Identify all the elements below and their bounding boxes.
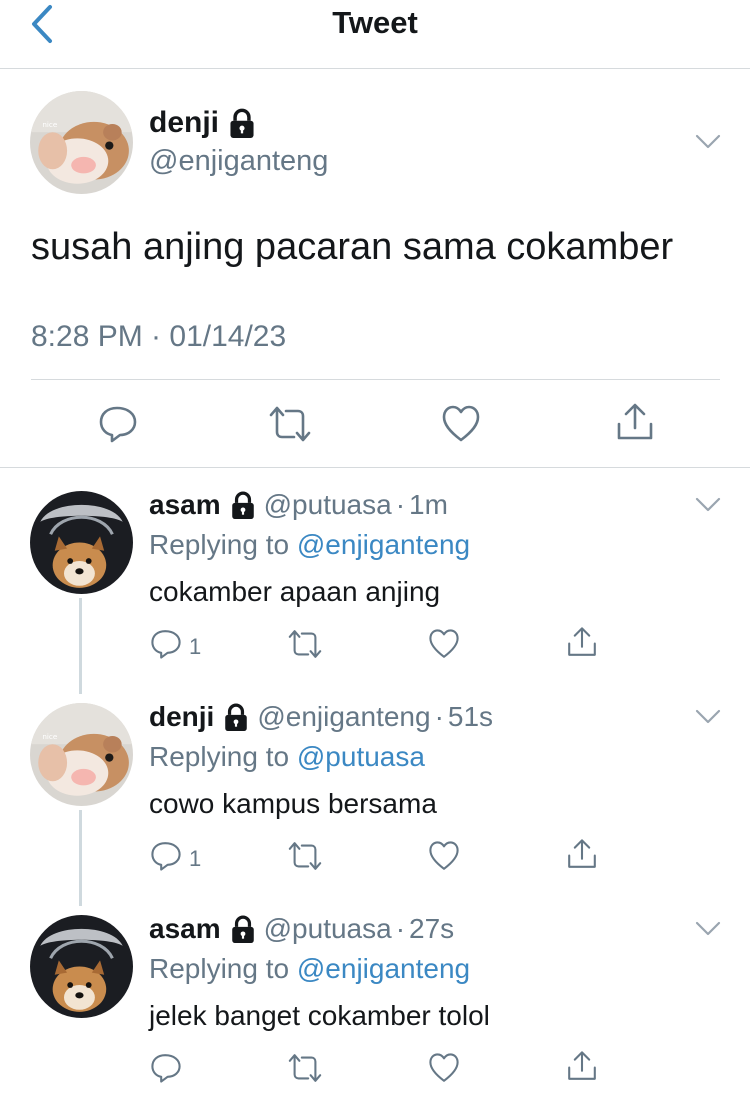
- reply-count: 1: [189, 634, 202, 659]
- reply-header: asam @putuasa · 27s: [149, 913, 454, 945]
- author-display-name[interactable]: asam: [149, 913, 221, 945]
- hamster-avatar-image: [30, 703, 133, 806]
- reply-text: jelek banget cokamber tolol: [149, 1000, 490, 1031]
- lock-icon: [230, 491, 256, 519]
- lock-icon: [228, 108, 256, 138]
- reply-time: 51s: [447, 701, 494, 732]
- share-icon[interactable]: [566, 626, 598, 658]
- avatar[interactable]: [30, 491, 133, 594]
- replying-to-line: Replying to @enjiganteng: [149, 529, 470, 561]
- replying-to-label: Replying to: [149, 529, 290, 560]
- mention-link[interactable]: @enjiganteng: [297, 953, 470, 984]
- heart-icon[interactable]: [428, 1052, 460, 1084]
- share-icon[interactable]: [566, 838, 598, 870]
- heart-icon[interactable]: [428, 628, 460, 660]
- reply-time: 1m: [409, 489, 448, 520]
- reply-time: 27s: [409, 913, 455, 944]
- hamster-avatar-image: [30, 91, 133, 194]
- replying-to-label: Replying to: [149, 953, 290, 984]
- reply-icon[interactable]: [150, 1052, 182, 1084]
- mention-link[interactable]: @putuasa: [297, 741, 425, 772]
- reply-text: cowo kampus bersama: [149, 788, 437, 819]
- chevron-down-icon[interactable]: [695, 921, 721, 937]
- share-icon[interactable]: [566, 1050, 598, 1082]
- share-icon[interactable]: [615, 402, 655, 442]
- reply-count: 1: [189, 846, 202, 871]
- separator-dot: ·: [395, 913, 406, 944]
- replying-to-label: Replying to: [149, 741, 290, 772]
- tweet-action-bar: [0, 400, 750, 448]
- mention-link[interactable]: @enjiganteng: [297, 529, 470, 560]
- reply-header: asam @putuasa · 1m: [149, 489, 448, 521]
- tweet-detail-screen: Tweet denji @enjiganteng susah anjing pa…: [0, 0, 750, 1093]
- top-navigation-bar: Tweet: [0, 0, 750, 69]
- tweet-timestamp: 8:28 PM · 01/14/23: [31, 320, 287, 353]
- divider: [0, 467, 750, 468]
- heart-icon[interactable]: [441, 404, 481, 444]
- reply-icon[interactable]: [150, 628, 182, 660]
- author-display-name[interactable]: asam: [149, 489, 221, 521]
- reply-action-bar: [0, 1050, 750, 1090]
- author-name[interactable]: denji: [149, 106, 256, 140]
- retweet-icon[interactable]: [287, 628, 323, 660]
- lock-icon: [223, 703, 249, 731]
- chevron-down-icon[interactable]: [695, 497, 721, 513]
- avatar[interactable]: [30, 703, 133, 806]
- chevron-down-icon[interactable]: [695, 134, 721, 150]
- reply-text: cokamber apaan anjing: [149, 576, 441, 607]
- divider: [31, 379, 720, 380]
- reply-header: denji @enjiganteng · 51s: [149, 701, 493, 733]
- retweet-icon[interactable]: [268, 404, 312, 444]
- author-handle[interactable]: @putuasa: [264, 913, 392, 945]
- reply-action-bar: 1: [0, 626, 750, 666]
- reply-icon[interactable]: [150, 840, 182, 872]
- reply-icon[interactable]: [98, 404, 138, 444]
- separator-dot: ·: [395, 489, 406, 520]
- lock-icon: [230, 915, 256, 943]
- author-display-name[interactable]: denji: [149, 701, 214, 733]
- retweet-icon[interactable]: [287, 1052, 323, 1084]
- replying-to-line: Replying to @enjiganteng: [149, 953, 470, 985]
- heart-icon[interactable]: [428, 840, 460, 872]
- avatar[interactable]: [30, 915, 133, 1018]
- author-handle[interactable]: @putuasa: [264, 489, 392, 521]
- dog-avatar-image: [30, 491, 133, 594]
- reply-action-bar: 1: [0, 838, 750, 878]
- chevron-down-icon[interactable]: [695, 709, 721, 725]
- retweet-icon[interactable]: [287, 840, 323, 872]
- dog-avatar-image: [30, 915, 133, 1018]
- avatar[interactable]: [30, 91, 133, 194]
- replying-to-line: Replying to @putuasa: [149, 741, 425, 773]
- author-handle[interactable]: @enjiganteng: [149, 145, 328, 178]
- tweet-text: susah anjing pacaran sama cokamber: [31, 226, 674, 268]
- author-display-name: denji: [149, 106, 220, 139]
- page-title: Tweet: [332, 5, 418, 40]
- author-handle[interactable]: @enjiganteng: [257, 701, 430, 733]
- separator-dot: ·: [434, 701, 444, 732]
